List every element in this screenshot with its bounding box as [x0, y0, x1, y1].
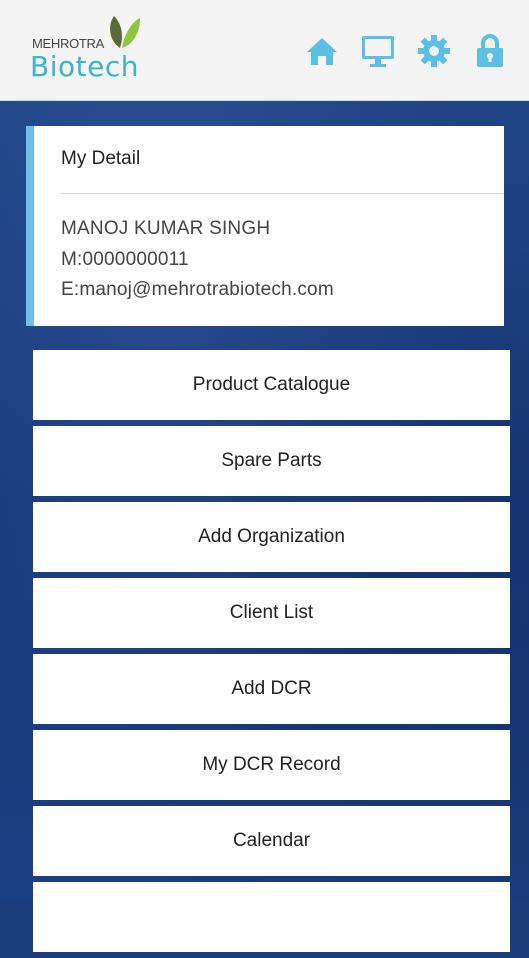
- leaf-icon: [110, 16, 140, 48]
- menu-item-client-list[interactable]: Client List: [33, 578, 510, 648]
- logo-top-text: MEHROTRA: [32, 36, 104, 51]
- user-name: MANOJ KUMAR SINGH: [61, 218, 271, 239]
- gear-icon[interactable]: [417, 34, 451, 68]
- user-email: E:manoj@mehrotrabiotech.com: [61, 279, 334, 300]
- my-detail-card: My Detail MANOJ KUMAR SINGH M:0000000011…: [26, 126, 504, 326]
- menu-item-add-organization[interactable]: Add Organization: [33, 502, 510, 572]
- menu-item-calendar[interactable]: Calendar: [33, 806, 510, 876]
- detail-title: My Detail: [61, 148, 141, 169]
- monitor-icon[interactable]: [361, 34, 395, 68]
- menu-item-partial[interactable]: [33, 882, 510, 952]
- lock-icon[interactable]: [473, 34, 507, 68]
- logo-main-text: Biotech: [30, 50, 139, 83]
- logo: MEHROTRA Biotech: [30, 14, 160, 84]
- app-header: MEHROTRA Biotech: [0, 0, 529, 101]
- header-icons: [305, 34, 507, 68]
- divider: [61, 193, 504, 194]
- menu-item-add-dcr[interactable]: Add DCR: [33, 654, 510, 724]
- menu-item-spare-parts[interactable]: Spare Parts: [33, 426, 510, 496]
- home-icon[interactable]: [305, 34, 339, 68]
- user-mobile: M:0000000011: [61, 249, 189, 270]
- menu-item-product-catalogue[interactable]: Product Catalogue: [33, 350, 510, 420]
- menu-item-my-dcr-record[interactable]: My DCR Record: [33, 730, 510, 800]
- main-menu: Product Catalogue Spare Parts Add Organi…: [33, 350, 510, 958]
